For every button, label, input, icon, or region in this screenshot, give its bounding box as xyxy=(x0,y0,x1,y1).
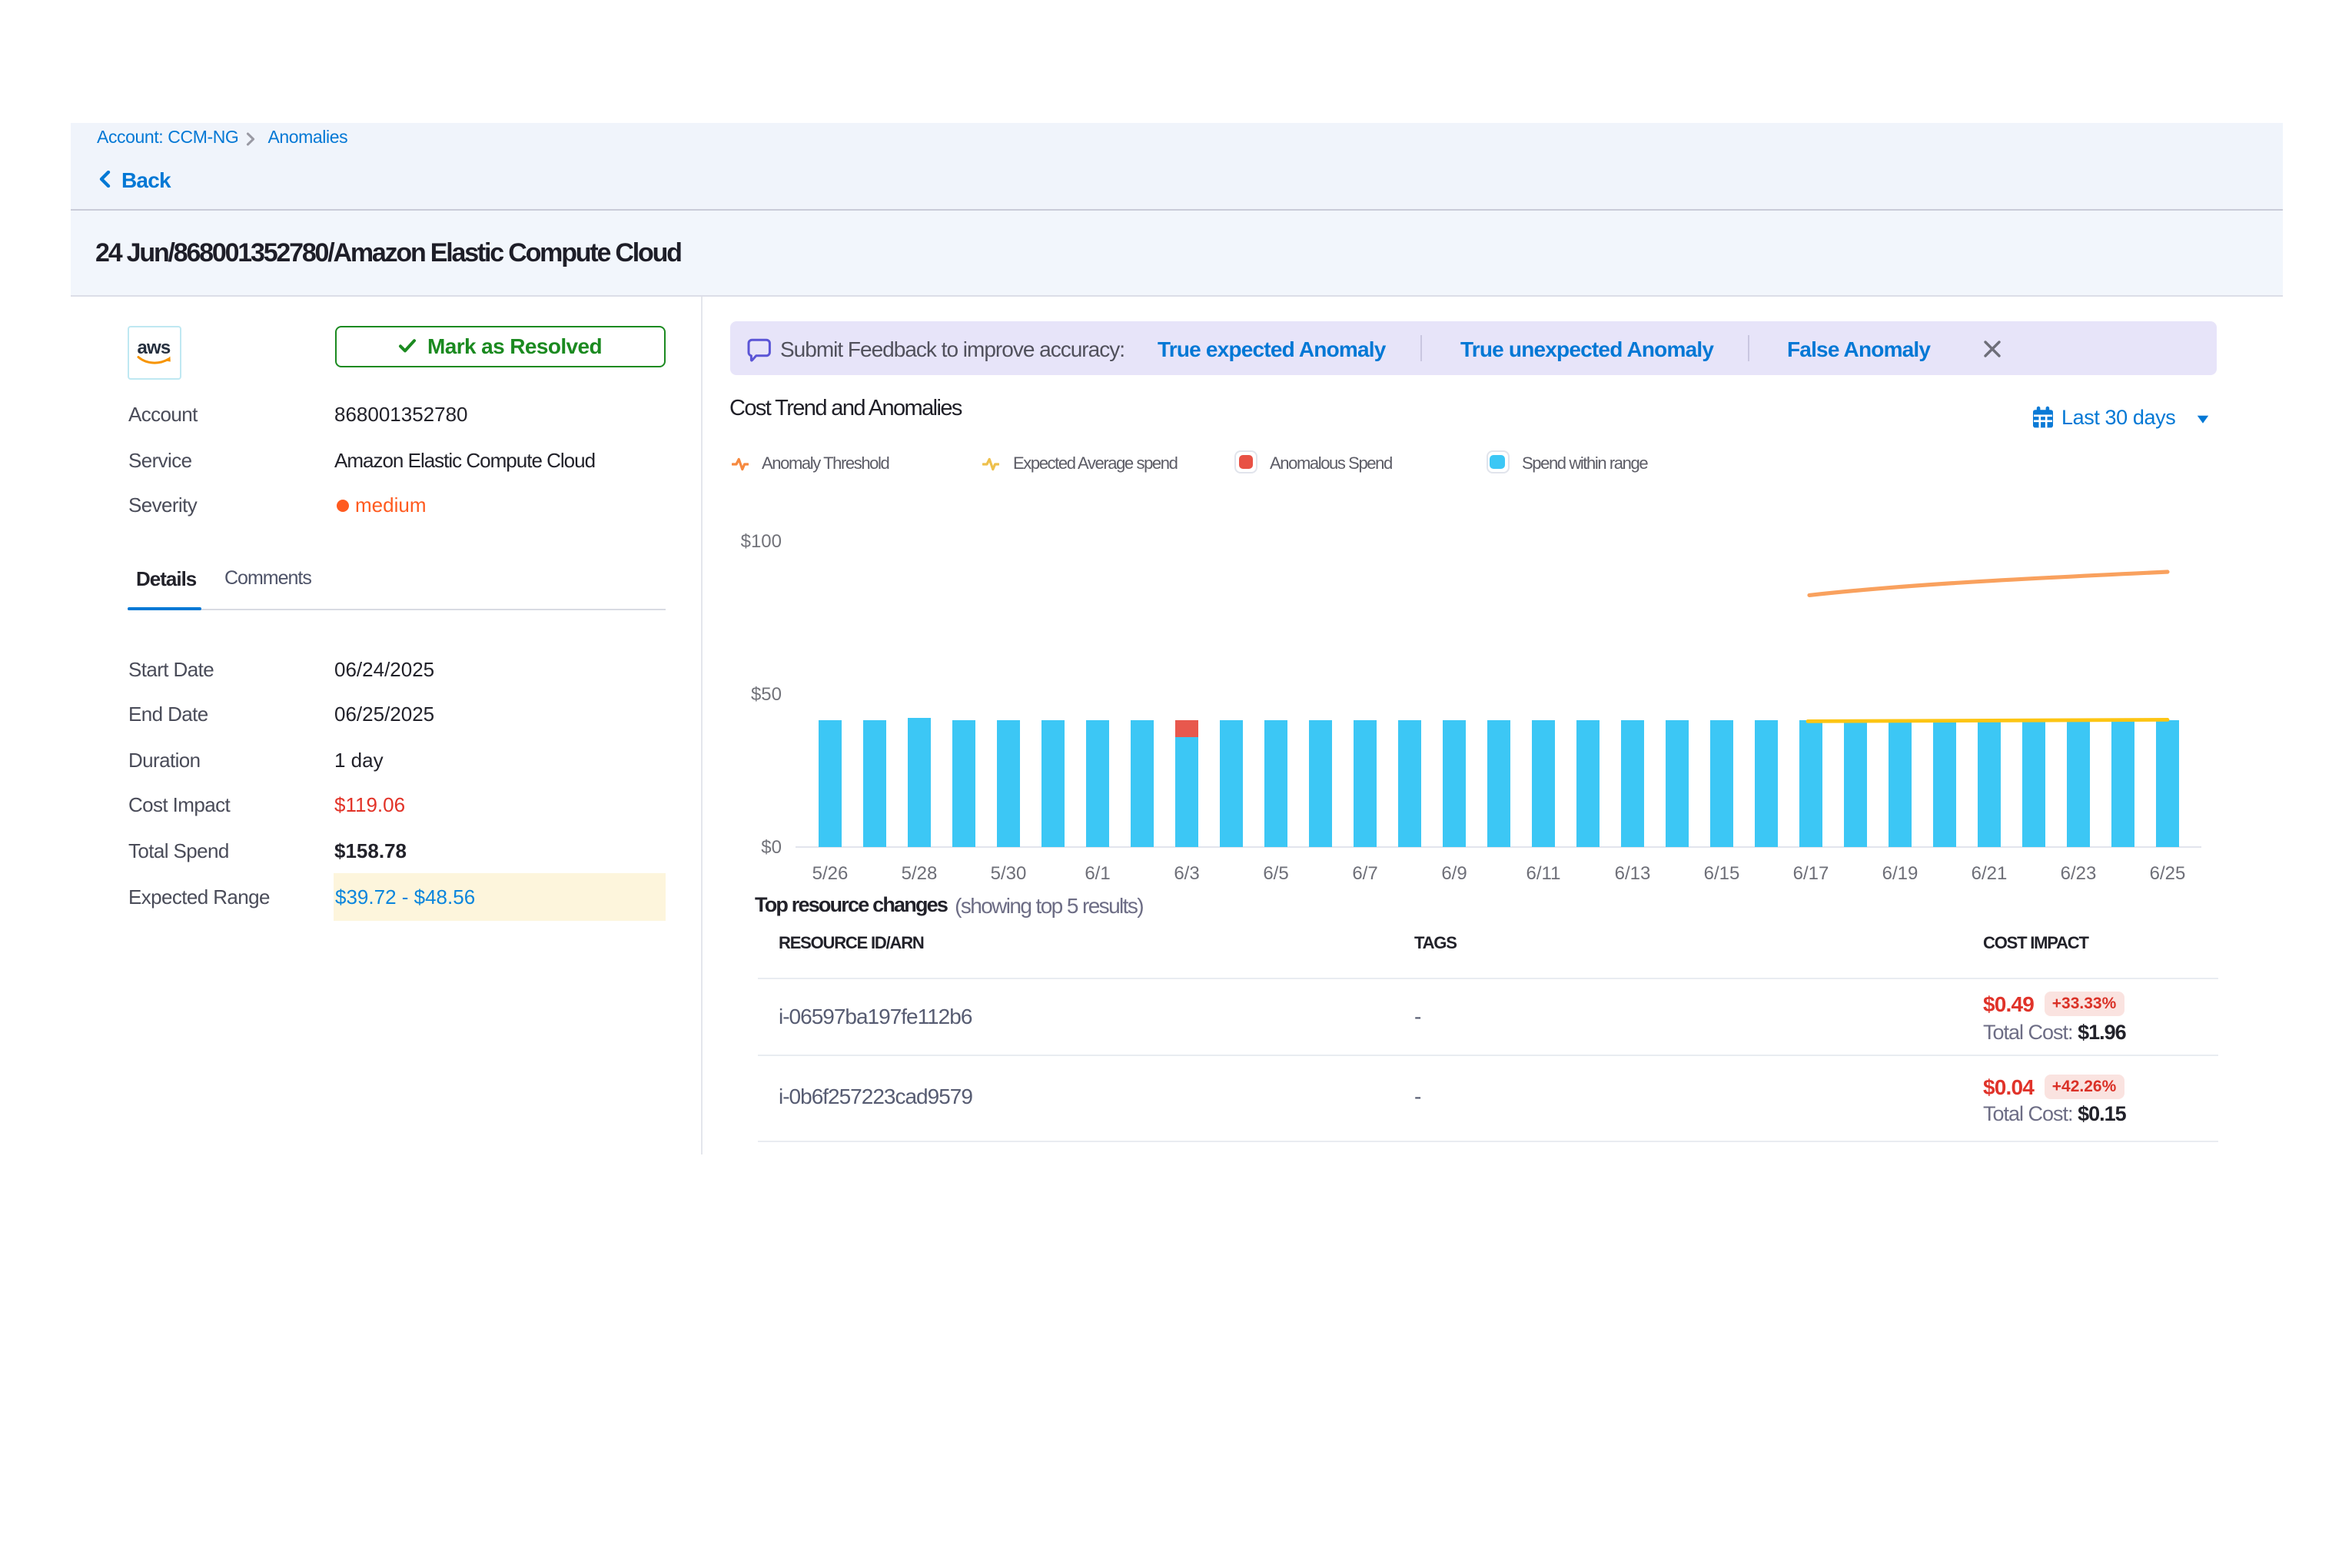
svg-text:6/9: 6/9 xyxy=(1441,863,1467,884)
svg-text:5/30: 5/30 xyxy=(991,863,1027,884)
svg-text:$100: $100 xyxy=(741,531,782,552)
svg-text:6/25: 6/25 xyxy=(2150,863,2186,884)
svg-text:6/13: 6/13 xyxy=(1615,863,1651,884)
svg-text:$0: $0 xyxy=(761,837,782,858)
svg-text:6/19: 6/19 xyxy=(1882,863,1918,884)
svg-text:6/23: 6/23 xyxy=(2061,863,2097,884)
svg-text:5/28: 5/28 xyxy=(902,863,938,884)
svg-text:6/17: 6/17 xyxy=(1793,863,1829,884)
svg-text:5/26: 5/26 xyxy=(812,863,849,884)
svg-text:6/21: 6/21 xyxy=(1972,863,2008,884)
svg-text:6/1: 6/1 xyxy=(1085,863,1110,884)
svg-text:6/7: 6/7 xyxy=(1352,863,1377,884)
svg-text:6/3: 6/3 xyxy=(1174,863,1199,884)
svg-text:$50: $50 xyxy=(751,684,782,705)
svg-text:6/5: 6/5 xyxy=(1263,863,1288,884)
svg-text:6/15: 6/15 xyxy=(1704,863,1740,884)
svg-text:6/11: 6/11 xyxy=(1526,863,1561,884)
